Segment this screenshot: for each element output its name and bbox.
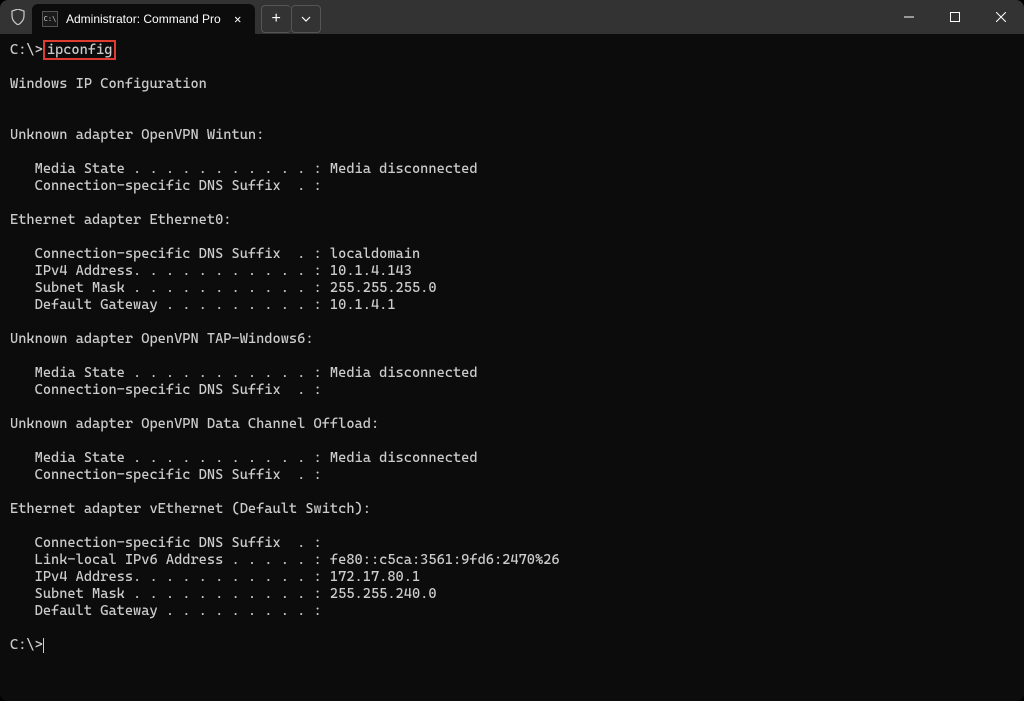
titlebar-drag-area[interactable] — [321, 0, 886, 34]
cursor — [43, 638, 44, 653]
window-controls — [886, 0, 1024, 34]
output-line: Unknown adapter OpenVPN TAP-Windows6: — [10, 331, 314, 347]
new-tab-button[interactable]: + — [261, 5, 291, 33]
output-line: Media State . . . . . . . . . . . : Medi… — [10, 450, 478, 466]
output-line: IPv4 Address. . . . . . . . . . . : 10.1… — [10, 263, 412, 279]
command-highlight: ipconfig — [43, 40, 117, 60]
output-line: Ethernet adapter Ethernet0: — [10, 212, 231, 228]
output-line: Unknown adapter OpenVPN Wintun: — [10, 127, 264, 143]
output-line: Media State . . . . . . . . . . . : Medi… — [10, 161, 478, 177]
output-line: IPv4 Address. . . . . . . . . . . : 172.… — [10, 569, 420, 585]
terminal-body[interactable]: C:\>ipconfig Windows IP Configuration Un… — [0, 34, 1024, 701]
output-line: Connection-specific DNS Suffix . : — [10, 382, 322, 398]
terminal-window: C:\ Administrator: Command Pro ✕ + — [0, 0, 1024, 701]
prompt-2[interactable]: C:\> — [10, 637, 43, 653]
tab-dropdown-button[interactable] — [291, 5, 321, 33]
prompt-1: C:\> — [10, 42, 43, 58]
close-button[interactable] — [978, 0, 1024, 34]
shield-icon — [10, 9, 26, 25]
output-line: Windows IP Configuration — [10, 76, 207, 92]
output-line: Connection-specific DNS Suffix . : — [10, 178, 322, 194]
output-line: Connection-specific DNS Suffix . : — [10, 535, 322, 551]
cmd-icon: C:\ — [42, 11, 58, 27]
output-line: Link-local IPv6 Address . . . . . : fe80… — [10, 552, 560, 568]
maximize-button[interactable] — [932, 0, 978, 34]
terminal-output: C:\>ipconfig Windows IP Configuration Un… — [10, 42, 1014, 654]
output-line: Default Gateway . . . . . . . . . : 10.1… — [10, 297, 396, 313]
output-line: Connection-specific DNS Suffix . : local… — [10, 246, 420, 262]
minimize-button[interactable] — [886, 0, 932, 34]
tab-title: Administrator: Command Pro — [66, 12, 221, 26]
output-line: Ethernet adapter vEthernet (Default Swit… — [10, 501, 371, 517]
output-line: Subnet Mask . . . . . . . . . . . : 255.… — [10, 280, 437, 296]
active-tab[interactable]: C:\ Administrator: Command Pro ✕ — [32, 4, 255, 34]
tab-actions: + — [261, 5, 321, 33]
output-line: Subnet Mask . . . . . . . . . . . : 255.… — [10, 586, 437, 602]
output-line: Default Gateway . . . . . . . . . : — [10, 603, 322, 619]
output-line: Connection-specific DNS Suffix . : — [10, 467, 322, 483]
output-line: Media State . . . . . . . . . . . : Medi… — [10, 365, 478, 381]
output-line: Unknown adapter OpenVPN Data Channel Off… — [10, 416, 379, 432]
tab-close-button[interactable]: ✕ — [229, 10, 247, 28]
titlebar[interactable]: C:\ Administrator: Command Pro ✕ + — [0, 0, 1024, 34]
titlebar-left: C:\ Administrator: Command Pro ✕ + — [0, 0, 321, 34]
